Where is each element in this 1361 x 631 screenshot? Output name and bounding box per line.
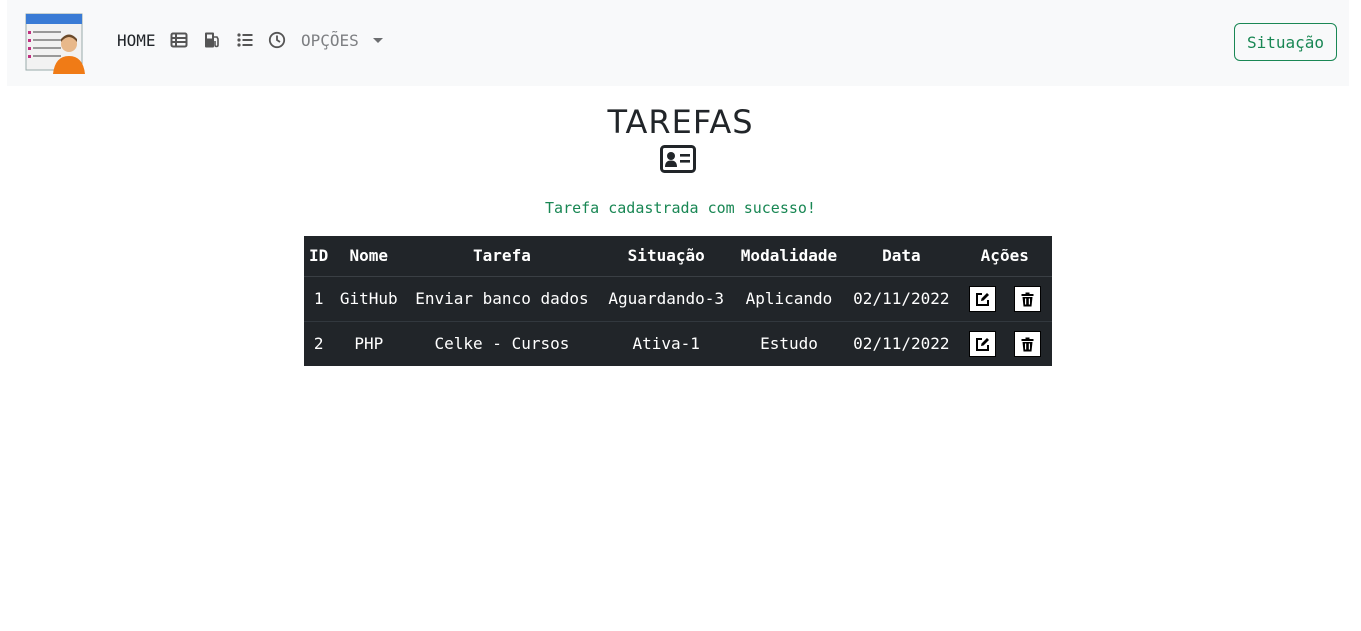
cell-acoes <box>957 276 1052 322</box>
gas-pump-icon[interactable] <box>203 31 221 49</box>
table-icon[interactable] <box>170 31 188 49</box>
edit-icon <box>975 337 989 351</box>
cell-data: 02/11/2022 <box>845 276 958 322</box>
app-logo[interactable] <box>25 12 89 74</box>
table-header-row: ID Nome Tarefa Situação Modalidade Data … <box>304 236 1052 277</box>
cell-situacao: Ativa-1 <box>632 334 700 354</box>
column-header-acoes: Ações <box>957 236 1052 277</box>
edit-button[interactable] <box>968 285 996 312</box>
cell-modalidade: Estudo <box>760 334 818 354</box>
id-card-icon <box>660 145 696 173</box>
nav-opcoes-dropdown[interactable]: OPÇÕES <box>301 31 359 50</box>
delete-button[interactable] <box>1013 330 1041 357</box>
page-title: TAREFAS <box>607 103 754 141</box>
list-icon[interactable] <box>236 31 254 49</box>
column-header-situacao: Situação <box>599 236 733 277</box>
clock-icon[interactable] <box>268 31 286 49</box>
nav-home-link[interactable]: HOME <box>117 31 156 50</box>
chevron-down-icon[interactable] <box>373 38 383 43</box>
cell-nome: GitHub <box>333 276 405 322</box>
table-row: 2 PHP Celke - Cursos Ativa-1 Estudo 02/1… <box>304 321 1052 366</box>
column-header-nome: Nome <box>333 236 405 277</box>
cell-tarefa: Enviar banco dados <box>404 276 600 322</box>
success-message: Tarefa cadastrada com sucesso! <box>545 199 816 217</box>
column-header-tarefa: Tarefa <box>404 236 600 277</box>
column-header-data: Data <box>845 236 958 277</box>
cell-acoes <box>958 321 1052 366</box>
cell-modalidade: Aplicando <box>732 276 846 322</box>
edit-icon <box>975 292 989 306</box>
navbar: HOME OPÇÕES Situação <box>7 0 1349 86</box>
cell-situacao: Aguardando-3 <box>599 276 733 322</box>
delete-button[interactable] <box>1013 285 1041 312</box>
trash-icon <box>1021 292 1034 306</box>
table-row: 1 GitHub Enviar banco dados Aguardando-3… <box>304 276 1052 322</box>
tasks-table: ID Nome Tarefa Situação Modalidade Data … <box>304 236 1052 366</box>
column-header-modalidade: Modalidade <box>732 236 846 277</box>
situacao-button[interactable]: Situação <box>1234 23 1337 61</box>
cell-id: 1 <box>304 276 334 322</box>
column-header-id: ID <box>304 236 334 277</box>
cell-nome: PHP <box>354 334 384 354</box>
cell-data: 02/11/2022 <box>853 334 950 354</box>
cell-id: 2 <box>313 334 324 354</box>
trash-icon <box>1021 337 1034 352</box>
edit-button[interactable] <box>968 330 996 357</box>
cell-tarefa: Celke - Cursos <box>434 334 570 354</box>
